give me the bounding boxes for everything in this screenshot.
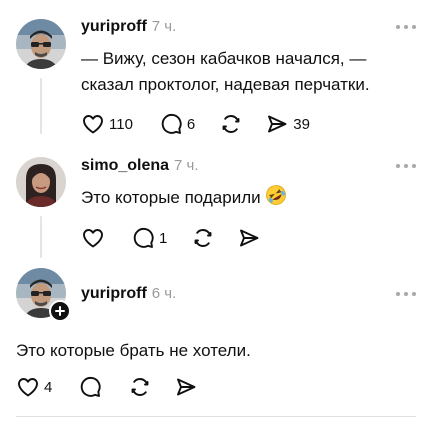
avatar-photo [16,19,66,69]
username[interactable]: yuriproff [81,285,147,303]
reply-button[interactable]: 6 [159,112,195,136]
repost-button[interactable] [191,226,215,250]
like-button[interactable]: 4 [16,375,52,399]
more-options-button[interactable] [396,288,416,300]
timestamp[interactable]: 7 ч. [152,18,177,35]
avatar[interactable] [16,157,66,207]
avatar[interactable] [16,19,66,69]
username[interactable]: yuriproff [81,18,147,36]
share-button[interactable] [237,226,261,250]
plus-icon [55,306,65,316]
thread-line [40,78,42,134]
send-icon [177,378,196,396]
repost-button[interactable] [128,375,152,399]
post-text: Это которые подарили [81,184,411,211]
like-count: 110 [109,115,133,133]
thread-line [40,216,42,258]
post-text: Это которые брать не хотели. [16,341,251,360]
ellipsis-icon [396,292,400,296]
post-header: yuriproff 6 ч. [81,285,176,303]
post-header: simo_olena 7 ч. [81,157,199,175]
reply-count: 1 [159,229,168,247]
repost-button[interactable] [219,112,243,136]
post-text: — Вижу, сезон кабачков начался, — сказал… [81,49,370,94]
ellipsis-icon [396,164,400,168]
more-options-button[interactable] [396,21,416,33]
comment-bubble-icon [81,376,101,397]
reply-button[interactable]: 1 [131,226,167,250]
share-button[interactable]: 39 [265,112,310,136]
comment-bubble-icon [133,227,154,248]
heart-icon [83,115,103,134]
rolling-on-floor-laughing-icon [266,185,287,205]
follow-button[interactable] [49,300,71,322]
reply-button[interactable] [78,375,102,399]
post-header: yuriproff 7 ч. [81,18,176,36]
repost-arrows-icon [194,229,212,247]
share-button[interactable] [174,375,198,399]
timestamp[interactable]: 7 ч. [174,157,199,174]
comment-bubble-icon [161,113,182,134]
username[interactable]: simo_olena [81,157,169,175]
send-icon [268,115,287,133]
action-bar: 110 6 39 [81,112,310,136]
send-icon [240,229,259,247]
heart-icon [18,378,38,397]
reply-count: 6 [186,115,196,133]
avatar-photo [16,157,66,207]
ellipsis-icon [396,25,400,29]
like-button[interactable] [81,226,105,250]
repost-arrows-icon [131,378,149,396]
repost-arrows-icon [222,115,240,133]
action-bar: 1 [81,226,261,250]
heart-icon [83,229,103,248]
more-options-button[interactable] [396,160,416,172]
like-count: 4 [44,378,53,396]
divider [16,416,416,417]
timestamp[interactable]: 6 ч. [152,285,177,302]
action-bar: 4 [16,375,198,399]
share-count: 39 [293,115,310,133]
like-button[interactable]: 110 [81,112,133,136]
